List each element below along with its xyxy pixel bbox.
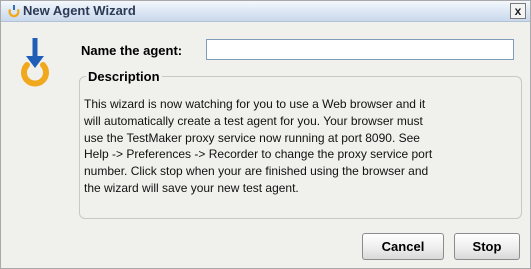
cancel-button[interactable]: Cancel <box>362 233 444 260</box>
description-text: This wizard is now watching for you to u… <box>84 96 516 197</box>
title-bar[interactable]: New Agent Wizard x <box>1 1 530 22</box>
new-agent-wizard-dialog: New Agent Wizard x Name the agent: Descr… <box>0 0 531 269</box>
description-line: will automatically create a test agent f… <box>84 113 423 128</box>
description-line: Help -> Preferences -> Recorder to chang… <box>84 147 433 162</box>
description-line: This wizard is now watching for you to u… <box>84 97 426 111</box>
wizard-icon <box>8 5 20 18</box>
description-line: use the TestMaker proxy service now runn… <box>84 130 420 145</box>
description-line: number. Click stop when your are finishe… <box>84 164 429 179</box>
stop-button[interactable]: Stop <box>454 233 520 260</box>
close-button[interactable]: x <box>510 3 526 19</box>
description-title: Description <box>86 69 162 84</box>
description-line: the wizard will save your new test agent… <box>84 180 299 195</box>
agent-name-label: Name the agent: <box>81 43 183 58</box>
agent-name-input[interactable] <box>206 39 514 60</box>
wizard-icon <box>21 38 49 87</box>
window-title: New Agent Wizard <box>23 3 136 18</box>
